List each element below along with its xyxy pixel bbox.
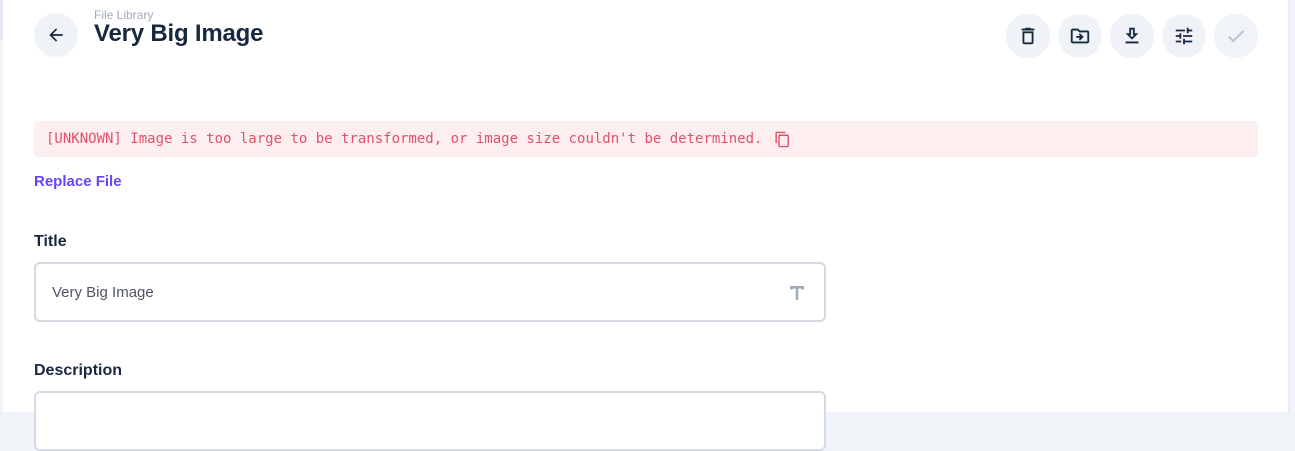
title-input[interactable]: [52, 264, 752, 320]
download-button[interactable]: [1110, 14, 1154, 58]
copy-icon[interactable]: [774, 131, 791, 148]
header-actions: [1006, 14, 1258, 58]
arrow-left-icon: [49, 28, 63, 42]
title-field[interactable]: [34, 262, 826, 322]
description-label: Description: [34, 362, 123, 379]
back-button[interactable]: [34, 13, 78, 57]
settings-button[interactable]: [1162, 14, 1206, 58]
sliders-icon: [1175, 27, 1193, 45]
title-label: Title: [34, 233, 67, 250]
page-title: Very Big Image: [94, 20, 264, 47]
error-message: [UNKNOWN] Image is too large to be trans…: [46, 131, 763, 147]
folder-move-icon: [1070, 28, 1090, 44]
download-icon: [1125, 27, 1139, 44]
description-field[interactable]: [34, 391, 826, 451]
check-icon: [1228, 30, 1245, 43]
save-button[interactable]: [1214, 14, 1258, 58]
trash-icon: [1021, 27, 1035, 45]
replace-file-link[interactable]: Replace File: [34, 173, 122, 190]
delete-button[interactable]: [1006, 14, 1050, 58]
file-detail-panel: File Library Very Big Image [UNKNOWN] Im…: [3, 0, 1290, 451]
error-banner: [UNKNOWN] Image is too large to be trans…: [34, 121, 1258, 157]
text-type-icon: [790, 286, 804, 300]
move-to-folder-button[interactable]: [1058, 14, 1102, 58]
